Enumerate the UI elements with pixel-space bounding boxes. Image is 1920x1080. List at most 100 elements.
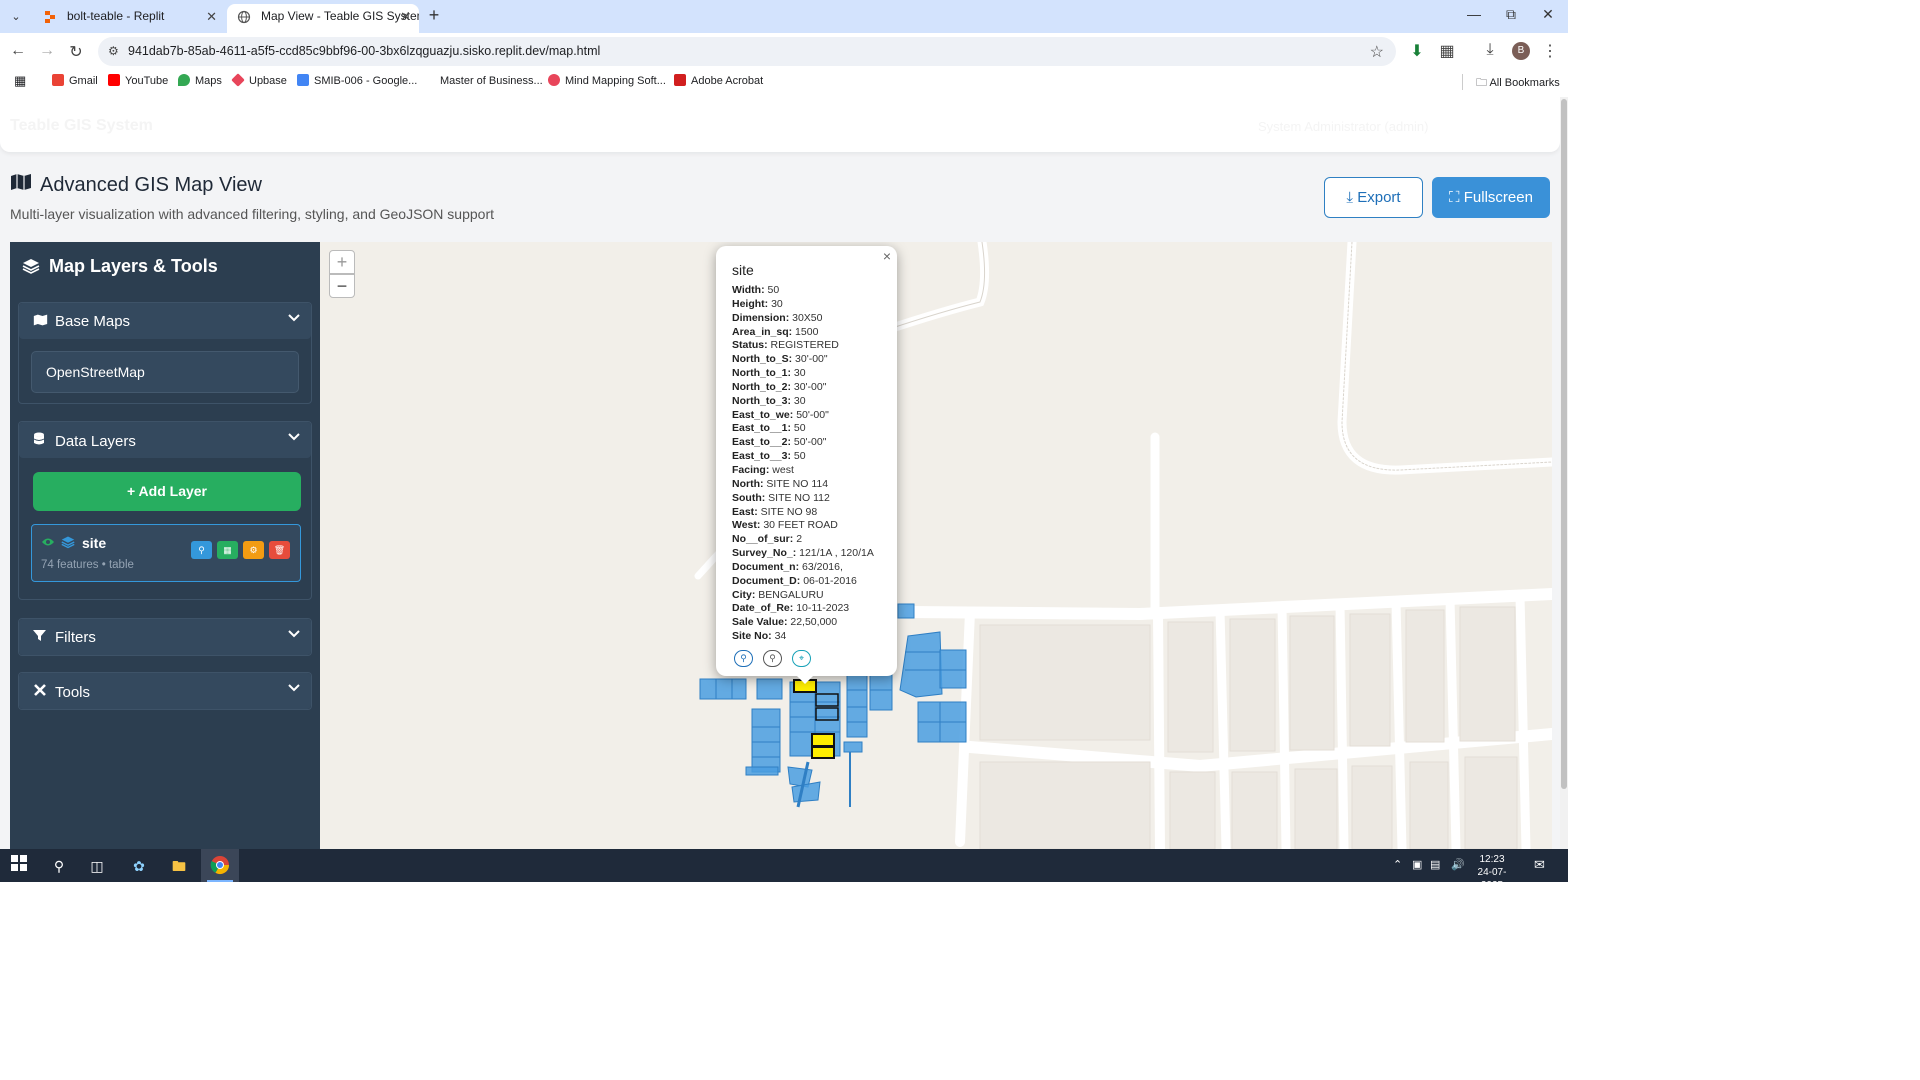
property-key: South bbox=[732, 491, 762, 504]
property-key: Height bbox=[732, 297, 765, 310]
search-icon[interactable]: ⚲ bbox=[48, 855, 70, 877]
eye-icon[interactable] bbox=[41, 536, 55, 548]
address-bar[interactable]: ⚙ 941dab7b-85ab-4611-a5f5-ccd85c9bbf96-0… bbox=[98, 37, 1396, 66]
base-maps-header[interactable]: Base Maps bbox=[19, 303, 311, 339]
reload-icon[interactable]: ↻ bbox=[66, 42, 86, 62]
property-value: west bbox=[772, 463, 794, 476]
tools-header[interactable]: Tools bbox=[19, 673, 311, 709]
notifications-icon[interactable]: ✉ bbox=[1534, 857, 1545, 873]
windows-start-icon[interactable] bbox=[8, 855, 30, 877]
database-icon bbox=[33, 432, 51, 450]
property-value: 10-11-2023 bbox=[796, 602, 850, 615]
browser-tab-inactive[interactable]: bolt-teable - Replit ✕ bbox=[33, 4, 225, 33]
close-window-icon[interactable]: ✕ bbox=[1538, 6, 1558, 23]
bookmark-smib[interactable]: SMIB-006 - Google... bbox=[297, 74, 417, 87]
app-logo[interactable]: Teable GIS System bbox=[10, 117, 153, 135]
filters-header[interactable]: Filters bbox=[19, 619, 311, 655]
kebab-menu-icon[interactable]: ⋮ bbox=[1540, 41, 1560, 61]
bookmark-gmail[interactable]: Gmail bbox=[52, 74, 98, 87]
tab-close-icon[interactable]: ✕ bbox=[400, 4, 411, 29]
active-app-indicator bbox=[207, 880, 233, 882]
system-clock[interactable]: 12:23 24-07-2025 bbox=[1470, 853, 1514, 892]
tab-close-icon[interactable]: ✕ bbox=[206, 4, 217, 29]
property-value: BENGALURU bbox=[758, 588, 824, 601]
popup-property-row: Date_of_Re: 10-11-2023 bbox=[732, 602, 892, 616]
export-button[interactable]: ⤓ Export bbox=[1324, 177, 1423, 218]
browser-tab-active[interactable]: Map View - Teable GIS System ✕ bbox=[227, 4, 419, 33]
meet-icon[interactable]: ▣ bbox=[1412, 858, 1422, 871]
chrome-icon[interactable] bbox=[209, 855, 231, 877]
layer-delete-button[interactable]: 🗑 bbox=[269, 541, 290, 559]
bookmark-adobe-acrobat[interactable]: Adobe Acrobat bbox=[674, 74, 763, 87]
bookmark-maps[interactable]: Maps bbox=[178, 74, 222, 87]
property-value: 50 bbox=[793, 450, 806, 463]
property-key: North_to_2 bbox=[732, 380, 788, 393]
property-value: 121/1A , 120/1A bbox=[799, 547, 874, 560]
zoom-out-button[interactable]: − bbox=[329, 274, 355, 298]
bookmark-youtube[interactable]: YouTube bbox=[108, 74, 168, 87]
property-key: East_to__2 bbox=[732, 436, 788, 449]
popup-property-row: North_to_1: 30 bbox=[732, 367, 892, 381]
page-title: Advanced GIS Map View bbox=[10, 173, 262, 197]
layer-style-button[interactable]: ⚙ bbox=[243, 541, 264, 559]
zoom-in-button[interactable]: + bbox=[329, 250, 355, 274]
property-value: 30 FEET ROAD bbox=[763, 519, 838, 532]
map-canvas[interactable]: + − × site Width: 50 Height: 30 Dimension:… bbox=[320, 242, 1552, 849]
popup-locate-button[interactable]: ⌖ bbox=[792, 650, 811, 667]
popup-close-icon[interactable]: × bbox=[883, 248, 891, 264]
all-bookmarks[interactable]: 🗀 All Bookmarks bbox=[1476, 74, 1560, 93]
popup-property-row: Width: 50 bbox=[732, 284, 892, 298]
popup-zoom-button[interactable]: ⚲ bbox=[734, 650, 753, 667]
data-layers-header[interactable]: Data Layers bbox=[19, 422, 311, 458]
back-arrow-icon[interactable]: ← bbox=[8, 42, 28, 60]
profile-avatar[interactable]: B bbox=[1512, 42, 1530, 60]
task-view-icon[interactable]: ◫ bbox=[86, 855, 108, 877]
add-layer-button[interactable]: + Add Layer bbox=[33, 472, 301, 511]
bookmark-mind-mapping[interactable]: Mind Mapping Soft... bbox=[548, 74, 666, 87]
download-arrow-icon[interactable]: ⬇ bbox=[1407, 41, 1427, 61]
browser-tab-bar: ⌄ bolt-teable - Replit ✕ Map View - Teab… bbox=[0, 0, 1568, 33]
google-docs-icon bbox=[297, 74, 309, 86]
volume-icon[interactable]: 🔊 bbox=[1451, 858, 1465, 871]
property-key: Sale Value bbox=[732, 616, 784, 629]
minimize-icon[interactable]: — bbox=[1464, 6, 1484, 22]
popup-property-row: North: SITE NO 114 bbox=[732, 478, 892, 492]
folder-icon: 🗀 bbox=[1476, 77, 1487, 89]
network-icon[interactable]: ▤ bbox=[1430, 858, 1440, 871]
layer-item-site[interactable]: site 74 features • table ⚲ ▦ ⚙ 🗑 bbox=[31, 524, 301, 582]
popup-search-button[interactable]: ⚲ bbox=[763, 650, 782, 667]
copilot-icon[interactable]: ✿ bbox=[128, 855, 150, 877]
scrollbar-thumb[interactable] bbox=[1561, 99, 1567, 789]
bookmark-master-business[interactable]: Master of Business... bbox=[423, 74, 543, 87]
maps-pin-icon bbox=[178, 74, 190, 86]
tray-chevron-icon[interactable]: ⌃ bbox=[1393, 858, 1402, 871]
expand-icon: ⛶ bbox=[1449, 189, 1460, 206]
property-value: 2 bbox=[796, 533, 803, 546]
downloads-icon[interactable]: ⤓ bbox=[1480, 41, 1500, 59]
site-info-icon[interactable]: ⚙ bbox=[108, 44, 119, 58]
basemap-openstreetmap[interactable]: OpenStreetMap bbox=[31, 351, 299, 393]
popup-property-row: West: 30 FEET ROAD bbox=[732, 519, 892, 533]
extensions-puzzle-icon[interactable]: ▦ bbox=[1437, 41, 1457, 61]
user-info[interactable]: System Administrator (admin) bbox=[1258, 119, 1429, 134]
fullscreen-button[interactable]: ⛶ Fullscreen bbox=[1432, 177, 1550, 218]
bookmark-star-icon[interactable]: ☆ bbox=[1370, 42, 1384, 62]
property-value: 30 bbox=[793, 394, 806, 407]
file-explorer-icon[interactable]: 🖿 bbox=[168, 855, 190, 877]
property-key: East_to__3 bbox=[732, 450, 788, 463]
layer-table-button[interactable]: ▦ bbox=[217, 541, 238, 559]
bookmark-upbase[interactable]: Upbase bbox=[231, 73, 287, 87]
new-tab-button[interactable]: + bbox=[424, 5, 444, 26]
restore-icon[interactable]: ⧉ bbox=[1501, 6, 1521, 23]
layer-zoom-button[interactable]: ⚲ bbox=[191, 541, 212, 559]
property-value: 34 bbox=[774, 630, 787, 643]
property-key: North_to_3 bbox=[732, 394, 788, 407]
popup-property-row: Site No: 34 bbox=[732, 630, 892, 644]
popup-property-row: No__of_sur: 2 bbox=[732, 533, 892, 547]
page-scrollbar[interactable] bbox=[1560, 97, 1568, 849]
property-value: 50 bbox=[767, 284, 780, 296]
tab-search-chevron-icon[interactable]: ⌄ bbox=[6, 7, 26, 27]
apps-grid-icon[interactable]: ▦ bbox=[14, 73, 26, 89]
forward-arrow-icon[interactable]: → bbox=[37, 42, 57, 60]
popup-property-row: Document_n: 63/2016, bbox=[732, 561, 892, 575]
